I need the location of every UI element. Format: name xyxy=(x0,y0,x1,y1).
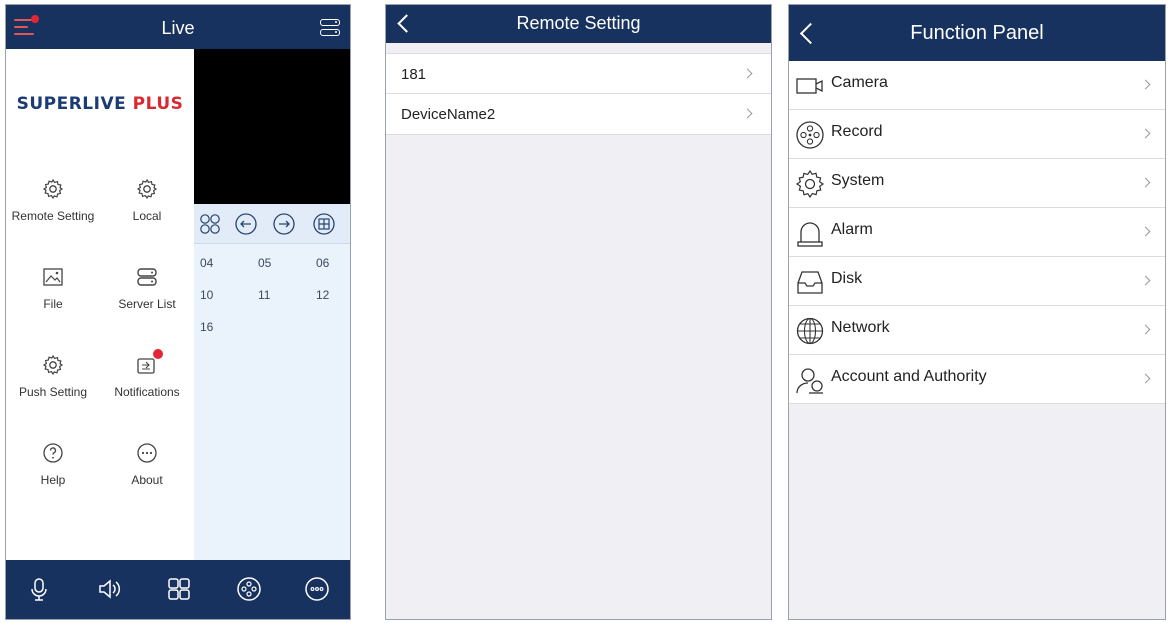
bottom-toolbar xyxy=(6,560,350,619)
chevron-right-icon xyxy=(1140,324,1151,335)
gear-icon xyxy=(136,178,158,200)
page-title: Live xyxy=(161,18,195,38)
channel-cell[interactable]: 16 xyxy=(200,320,213,334)
function-item-record[interactable]: Record xyxy=(789,110,1165,159)
drawer-item-remote-setting[interactable]: Remote Setting xyxy=(6,177,100,225)
superlive-logo: SUPERLIVE PLUS xyxy=(16,94,184,114)
next-arrow-icon[interactable] xyxy=(272,212,296,236)
drawer-item-label: Help xyxy=(40,473,66,487)
function-label: Network xyxy=(831,319,890,336)
drawer-item-label: Remote Setting xyxy=(11,209,95,223)
window-layout-icon[interactable] xyxy=(312,212,336,236)
drawer-item-label: Server List xyxy=(118,297,176,311)
drawer-item-label: Push Setting xyxy=(18,385,88,399)
more-icon xyxy=(137,443,157,463)
chevron-right-icon xyxy=(742,108,753,119)
notification-badge xyxy=(153,349,163,359)
function-label: Record xyxy=(831,123,883,140)
more-icon[interactable] xyxy=(303,575,331,603)
function-item-account-authority[interactable]: Account and Authority xyxy=(789,355,1165,404)
channel-grid: 04 05 06 10 11 12 16 xyxy=(194,244,350,561)
live-screen: Live SUPERLIVE PLUS Remote Setting Local… xyxy=(5,4,351,620)
drawer-item-about[interactable]: About xyxy=(100,441,194,489)
record-icon xyxy=(796,121,824,149)
network-globe-icon xyxy=(796,317,824,345)
side-drawer: SUPERLIVE PLUS Remote Setting Local File… xyxy=(6,49,194,561)
help-icon xyxy=(43,443,63,463)
camera-icon xyxy=(796,78,823,94)
chevron-right-icon xyxy=(1140,275,1151,286)
function-label: Disk xyxy=(831,270,863,287)
function-panel-screen: Function Panel Camera Record System Alar… xyxy=(788,4,1166,620)
function-label: Alarm xyxy=(831,221,873,238)
drawer-item-push-setting[interactable]: Push Setting xyxy=(6,353,100,401)
chevron-right-icon xyxy=(1140,79,1151,90)
image-icon xyxy=(43,268,63,286)
remote-setting-screen: Remote Setting 181 DeviceName2 xyxy=(385,4,772,620)
function-panel-navbar: Function Panel xyxy=(789,5,1165,61)
channel-cell[interactable]: 11 xyxy=(258,288,270,302)
device-name: DeviceName2 xyxy=(401,106,496,123)
page-title: Remote Setting xyxy=(516,13,641,33)
layout-grid-icon[interactable] xyxy=(165,575,193,603)
drawer-item-server-list[interactable]: Server List xyxy=(100,265,194,313)
drawer-item-notifications[interactable]: Notifications xyxy=(100,349,194,401)
disk-icon xyxy=(797,271,823,294)
gear-icon xyxy=(42,178,64,200)
chevron-right-icon xyxy=(1140,373,1151,384)
function-item-system[interactable]: System xyxy=(789,159,1165,208)
chevron-right-icon xyxy=(1140,177,1151,188)
gear-icon xyxy=(795,169,825,199)
channel-numbers-icon[interactable] xyxy=(198,212,222,236)
chevron-right-icon xyxy=(742,68,753,79)
live-video-view[interactable] xyxy=(194,49,350,204)
channel-cell[interactable]: 05 xyxy=(258,256,271,270)
function-list: Camera Record System Alarm Disk Network xyxy=(789,61,1165,404)
function-item-network[interactable]: Network xyxy=(789,306,1165,355)
drawer-item-label: Local xyxy=(132,209,162,223)
remote-setting-navbar: Remote Setting xyxy=(386,5,771,43)
list-item[interactable]: 181 xyxy=(386,53,771,94)
microphone-icon[interactable] xyxy=(25,575,53,603)
chevron-right-icon xyxy=(1140,128,1151,139)
server-list-icon xyxy=(137,268,157,286)
drawer-item-local[interactable]: Local xyxy=(100,177,194,225)
drawer-item-help[interactable]: Help xyxy=(6,441,100,489)
live-control-bar xyxy=(194,204,350,244)
list-item[interactable]: DeviceName2 xyxy=(386,94,771,135)
drawer-item-label: File xyxy=(43,297,63,311)
channel-cell[interactable]: 12 xyxy=(316,288,329,302)
drawer-item-label: About xyxy=(131,473,163,487)
previous-arrow-icon[interactable] xyxy=(234,212,258,236)
channel-cell[interactable]: 06 xyxy=(316,256,329,270)
function-label: System xyxy=(831,172,885,189)
function-label: Camera xyxy=(831,74,888,91)
chevron-right-icon xyxy=(1140,226,1151,237)
channel-cell[interactable]: 04 xyxy=(200,256,213,270)
channel-cell[interactable]: 10 xyxy=(200,288,213,302)
device-name: 181 xyxy=(401,66,427,83)
function-item-alarm[interactable]: Alarm xyxy=(789,208,1165,257)
server-list-icon[interactable] xyxy=(320,19,340,36)
device-list: 181 DeviceName2 xyxy=(386,53,771,135)
function-item-camera[interactable]: Camera xyxy=(789,61,1165,110)
speaker-icon[interactable] xyxy=(95,575,123,603)
account-icon xyxy=(796,368,823,394)
drawer-item-label: Notifications xyxy=(114,385,180,399)
drawer-item-file[interactable]: File xyxy=(6,265,100,313)
alarm-bell-icon xyxy=(797,222,823,247)
function-item-disk[interactable]: Disk xyxy=(789,257,1165,306)
function-label: Account and Authority xyxy=(831,368,987,385)
live-navbar: Live xyxy=(6,5,350,49)
gear-icon xyxy=(42,354,64,376)
record-icon[interactable] xyxy=(235,575,263,603)
page-title: Function Panel xyxy=(910,22,1044,44)
